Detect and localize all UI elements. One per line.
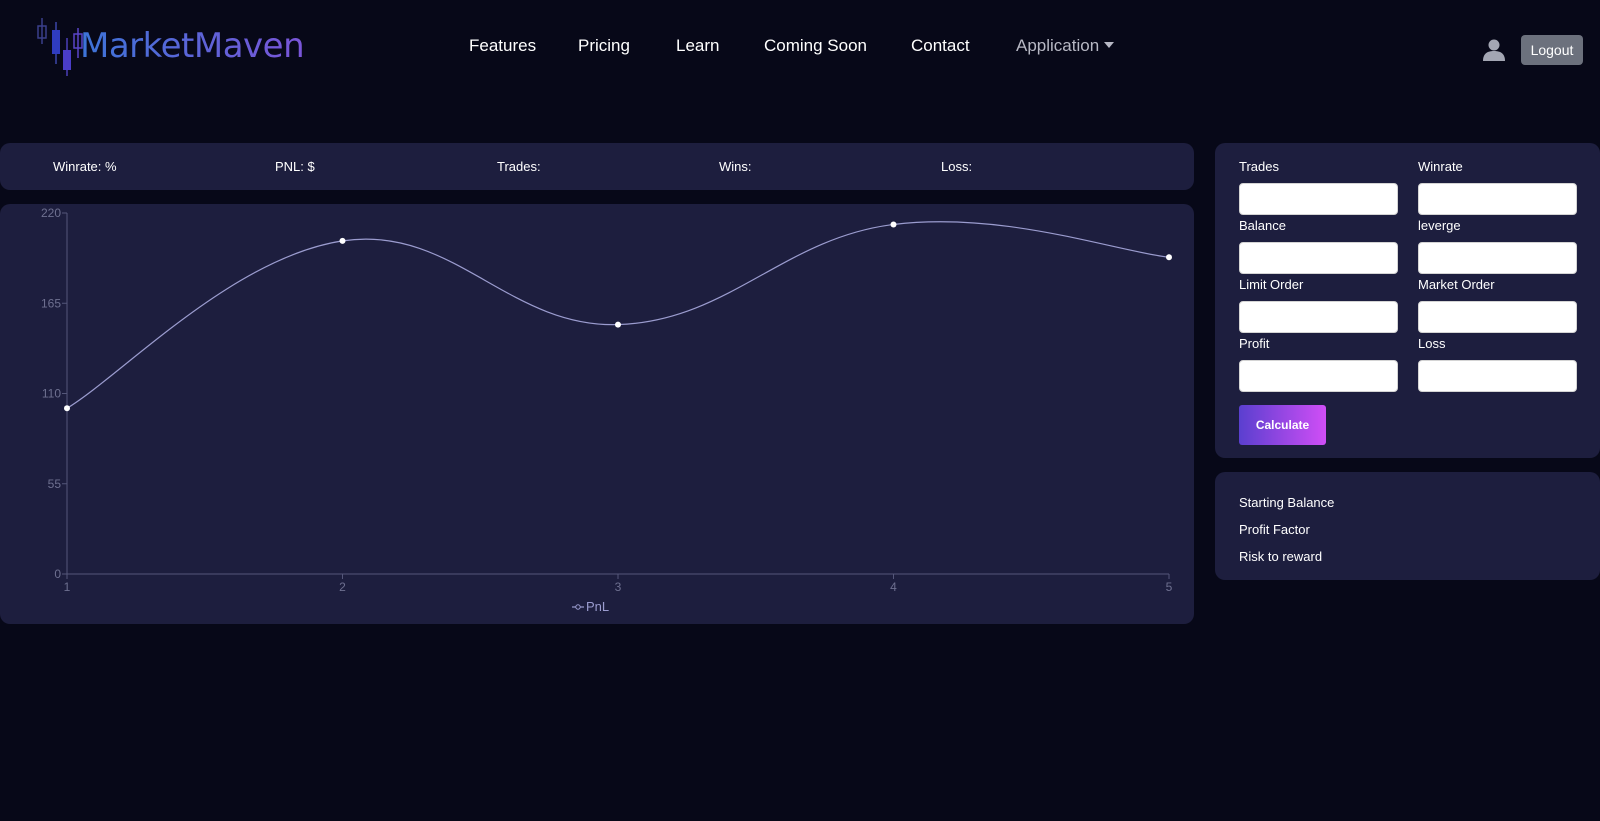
stat-trades: Trades: [497, 159, 541, 174]
market-order-label: Market Order [1418, 277, 1495, 292]
nav-contact[interactable]: Contact [911, 36, 970, 56]
nav-features[interactable]: Features [469, 36, 536, 56]
pnl-data-point [64, 405, 70, 412]
leverage-input[interactable] [1418, 242, 1577, 274]
pnl-series-line [66, 221, 1170, 409]
result-risk-to-reward: Risk to reward [1239, 549, 1323, 564]
x-tick-label: 1 [64, 580, 71, 594]
y-tick-label: 220 [41, 206, 61, 220]
trade-calculator-panel: Trades Winrate Balance leverge Limit Ord… [1215, 143, 1600, 458]
y-tick-label: 0 [54, 567, 61, 581]
profit-input[interactable] [1239, 360, 1398, 392]
x-tick-label: 2 [339, 580, 346, 594]
stat-pnl: PNL: $ [275, 159, 315, 174]
loss-label: Loss [1418, 336, 1446, 351]
pnl-data-point [615, 321, 621, 328]
trades-input[interactable] [1239, 183, 1398, 215]
pnl-data-point [339, 237, 346, 244]
y-tick-label: 165 [41, 296, 61, 310]
nav-learn[interactable]: Learn [676, 36, 719, 56]
stat-winrate: Winrate: % [53, 159, 117, 174]
y-tick-label: 55 [48, 477, 62, 491]
calculation-results-panel: Starting Balance Profit Factor Risk to r… [1215, 472, 1600, 580]
market-order-input[interactable] [1418, 301, 1577, 333]
pnl-line-chart: 0 55 110 165 220 1 2 3 4 5 PnL [41, 206, 1173, 614]
leverage-label: leverge [1418, 218, 1461, 233]
trades-label: Trades [1239, 159, 1279, 174]
result-starting-balance: Starting Balance [1239, 495, 1335, 510]
nav-application-dropdown[interactable]: Application [1016, 36, 1115, 56]
pnl-data-point [1166, 254, 1172, 261]
winrate-input[interactable] [1418, 183, 1577, 215]
main-nav: Features Pricing Learn Coming Soon Conta… [0, 36, 1600, 66]
x-tick-label: 3 [615, 580, 622, 594]
nav-coming-soon[interactable]: Coming Soon [764, 36, 867, 56]
x-tick-label: 4 [890, 580, 897, 594]
loss-input[interactable] [1418, 360, 1577, 392]
top-navbar: MarketMaven Features Pricing Learn Comin… [0, 0, 1600, 100]
calculate-button[interactable]: Calculate [1239, 405, 1326, 445]
balance-input[interactable] [1239, 242, 1398, 274]
stat-loss: Loss: [941, 159, 973, 174]
stats-summary-bar: Winrate: % PNL: $ Trades: Wins: Loss: [0, 143, 1194, 190]
legend-marker-icon [575, 604, 581, 610]
legend-label: PnL [586, 599, 609, 614]
result-profit-factor: Profit Factor [1239, 522, 1310, 537]
nav-application-label: Application [1016, 36, 1100, 55]
profit-label: Profit [1239, 336, 1270, 351]
pnl-chart-panel: 0 55 110 165 220 1 2 3 4 5 PnL [0, 204, 1194, 624]
x-tick-label: 5 [1166, 580, 1173, 594]
pnl-data-point [890, 221, 897, 228]
logout-button[interactable]: Logout [1521, 35, 1583, 65]
y-tick-label: 110 [42, 387, 61, 401]
nav-pricing[interactable]: Pricing [578, 36, 630, 56]
stat-wins: Wins: [719, 159, 752, 174]
user-icon[interactable] [1482, 38, 1506, 62]
limit-order-input[interactable] [1239, 301, 1398, 333]
limit-order-label: Limit Order [1239, 277, 1304, 292]
caret-down-icon [1104, 42, 1115, 48]
balance-label: Balance [1239, 218, 1286, 233]
winrate-label: Winrate [1418, 159, 1463, 174]
